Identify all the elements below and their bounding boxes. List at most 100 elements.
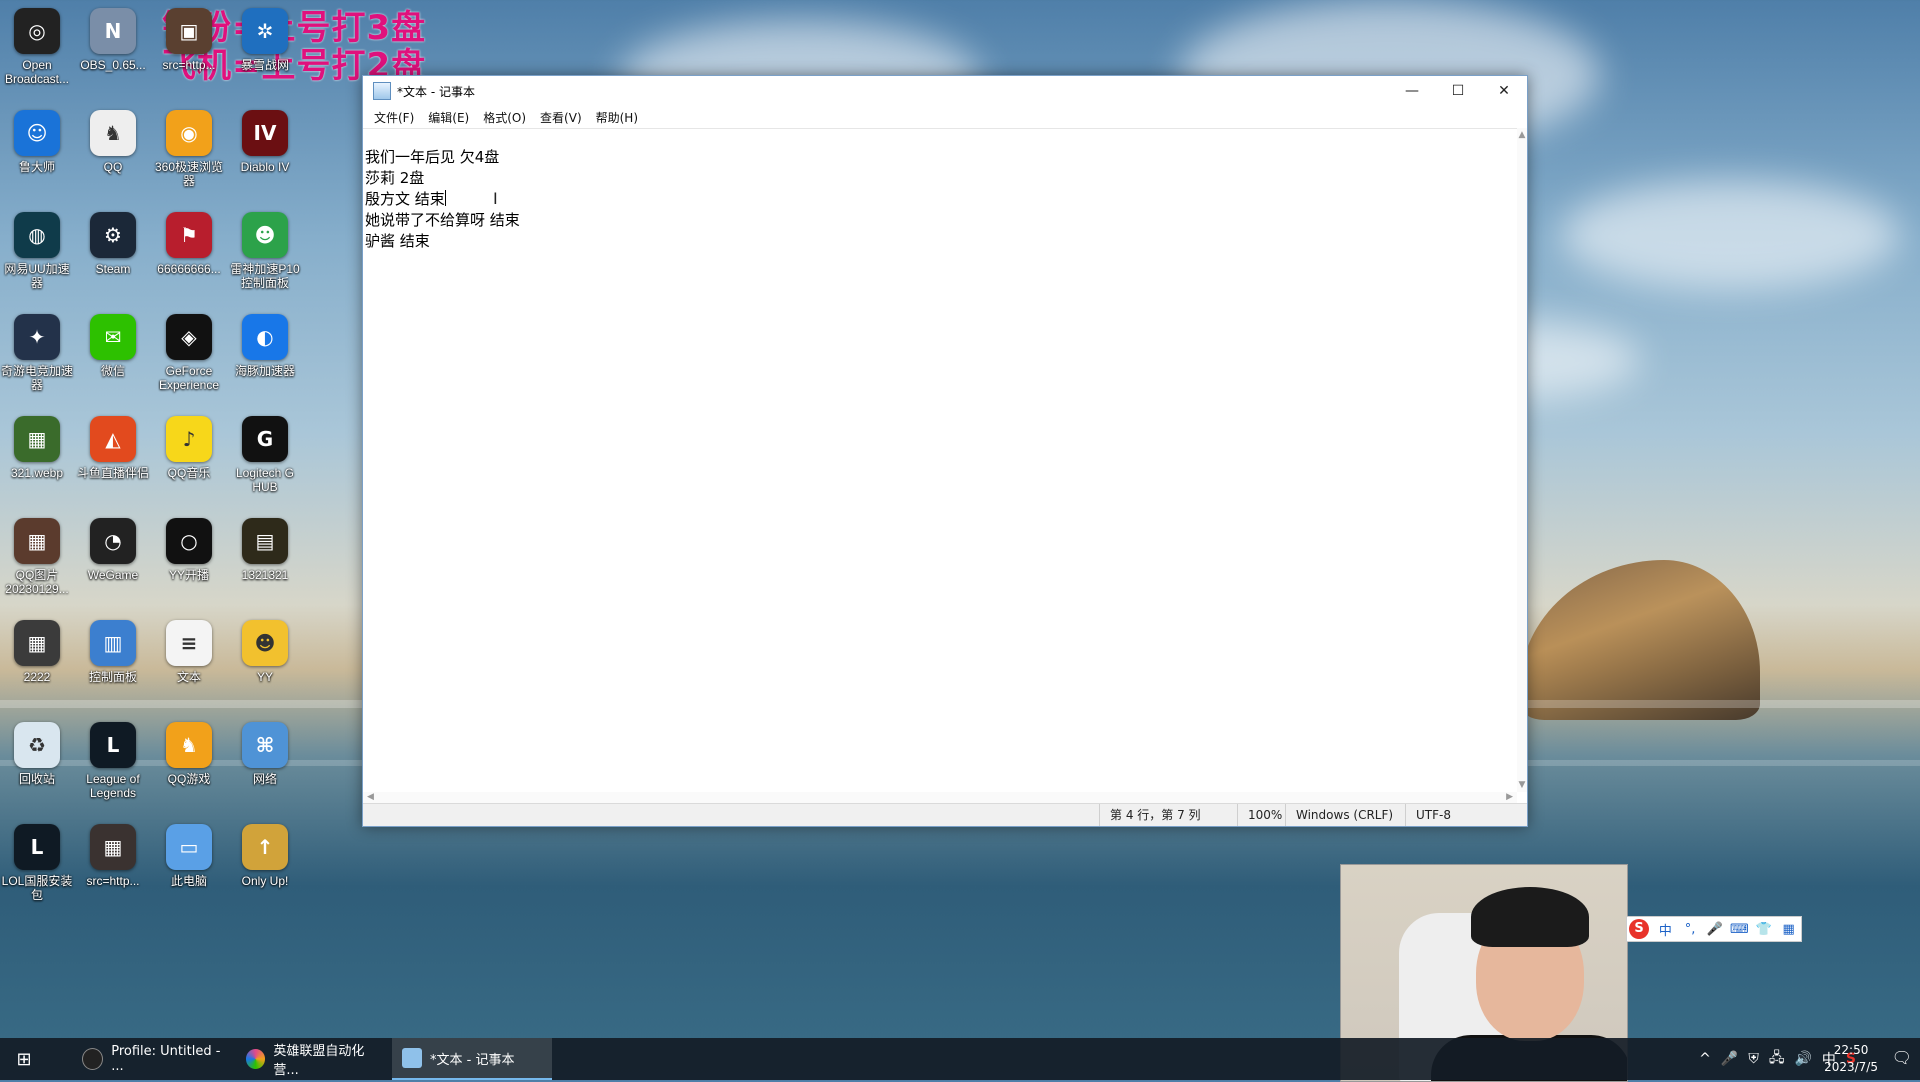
desktop-icon-label: 网易UU加速器 [4, 262, 70, 290]
desktop-icon-label: QQ音乐 [167, 466, 211, 480]
desktop-icon[interactable]: ☻ 雷神加速P10控制面板 [228, 212, 302, 290]
desktop-icon[interactable]: ✉ 微信 [76, 314, 150, 378]
ime-keyboard-icon[interactable]: ⌨ [1727, 922, 1752, 937]
volume-icon[interactable]: 🔊 [1794, 1051, 1811, 1067]
desktop-icon[interactable]: ⚙ Steam [76, 212, 150, 276]
app-icon: ✲ [242, 8, 288, 54]
desktop-icon[interactable]: ▦ 2222 [0, 620, 74, 684]
scroll-left-icon[interactable]: ◀ [367, 792, 374, 802]
desktop-icon[interactable]: L League of Legends [76, 722, 150, 800]
desktop-icon[interactable]: ♞ QQ游戏 [152, 722, 226, 786]
notepad-window[interactable]: *文本 - 记事本 — ☐ ✕ 文件(F) 编辑(E) 格式(O) 查看(V) … [362, 75, 1528, 827]
ime-skin-icon[interactable]: 👕 [1752, 922, 1777, 937]
desktop-icon[interactable]: ▦ QQ图片20230129... [0, 518, 74, 596]
text-line: 殷方文 结束 [365, 189, 1525, 210]
desktop-icon[interactable]: ⌘ 网络 [228, 722, 302, 786]
desktop-icon[interactable]: G Logitech G HUB [228, 416, 302, 494]
app-icon: ◭ [90, 416, 136, 462]
scroll-right-icon[interactable]: ▶ [1506, 792, 1513, 802]
desktop-icon-label: 奇游电竞加速器 [0, 364, 73, 392]
desktop-icon[interactable]: ◭ 斗鱼直播伴侣 [76, 416, 150, 480]
app-icon: ○ [166, 518, 212, 564]
notification-center-icon[interactable]: 🗨 [1892, 1048, 1912, 1067]
desktop-icon[interactable]: ☻ YY [228, 620, 302, 684]
desktop-icon[interactable]: ≡ 文本 [152, 620, 226, 684]
desktop-icon-label: Only Up! [241, 874, 289, 888]
menu-format[interactable]: 格式(O) [476, 109, 533, 126]
menu-help[interactable]: 帮助(H) [589, 109, 645, 126]
desktop-icon[interactable]: ♞ QQ [76, 110, 150, 174]
app-icon: ◔ [90, 518, 136, 564]
scroll-down-icon[interactable]: ▼ [1517, 780, 1527, 790]
sogou-logo-icon[interactable]: S [1629, 919, 1649, 939]
menu-view[interactable]: 查看(V) [533, 109, 589, 126]
taskbar-item-lol-helper[interactable]: 英雄联盟自动化营... [236, 1038, 386, 1080]
clock[interactable]: 22:50 2023/7/5 [1824, 1042, 1878, 1076]
desktop-icon[interactable]: ▤ 1321321 [228, 518, 302, 582]
desktop-icon-label: QQ [103, 160, 123, 174]
ime-punctuation-icon[interactable]: °, [1678, 922, 1703, 937]
app-icon: ▦ [90, 824, 136, 870]
desktop-icon-label: src=http... [162, 58, 216, 72]
minimize-button[interactable]: — [1389, 76, 1435, 106]
desktop-icon[interactable]: N OBS_0.65... [76, 8, 150, 72]
desktop-icon[interactable]: ☺ 鲁大师 [0, 110, 74, 174]
desktop-icon-label: WeGame [87, 568, 139, 582]
maximize-button[interactable]: ☐ [1435, 76, 1481, 106]
app-icon: ☻ [242, 620, 288, 666]
taskbar-item-label: *文本 - 记事本 [430, 1052, 515, 1068]
taskbar-item-notepad[interactable]: *文本 - 记事本 [392, 1038, 552, 1080]
title-bar[interactable]: *文本 - 记事本 — ☐ ✕ [363, 76, 1527, 106]
streamer-hair [1471, 887, 1589, 947]
ime-voice-icon[interactable]: 🎤 [1702, 922, 1727, 937]
app-icon: ▦ [14, 620, 60, 666]
desktop-icon[interactable]: ○ YY开播 [152, 518, 226, 582]
text-line: 我们一年后见 欠4盘 [365, 148, 500, 166]
app-icon: L [14, 824, 60, 870]
close-button[interactable]: ✕ [1481, 76, 1527, 106]
desktop-icon[interactable]: ▦ 321.webp [0, 416, 74, 480]
desktop-icon[interactable]: ♻ 回收站 [0, 722, 74, 786]
desktop-icon[interactable]: ◎ Open Broadcast... [0, 8, 74, 86]
desktop-icon[interactable]: ◉ 360极速浏览器 [152, 110, 226, 188]
network-icon[interactable]: 🖧 [1769, 1047, 1785, 1071]
windows-start-icon[interactable]: ⊞ [0, 1038, 48, 1080]
desktop-icon[interactable]: ▦ src=http... [76, 824, 150, 888]
desktop-icon[interactable]: ✲ 暴雪战网 [228, 8, 302, 72]
desktop-icon[interactable]: ◍ 网易UU加速器 [0, 212, 74, 290]
status-bar: 第 4 行，第 7 列 100% Windows (CRLF) UTF-8 [363, 803, 1527, 826]
security-icon[interactable]: ⛨ [1748, 1051, 1759, 1067]
app-icon: ◎ [14, 8, 60, 54]
desktop-icon[interactable]: ▣ src=http... [152, 8, 226, 72]
desktop-icon[interactable]: ▭ 此电脑 [152, 824, 226, 888]
menu-file[interactable]: 文件(F) [367, 109, 421, 126]
show-hidden-icons-icon[interactable]: ^ [1699, 1051, 1711, 1067]
app-icon: ◐ [242, 314, 288, 360]
ime-toolbar[interactable]: S 中 °, 🎤 ⌨ 👕 ▦ [1626, 916, 1802, 942]
desktop-icon[interactable]: ↑ Only Up! [228, 824, 302, 888]
desktop-icon[interactable]: IV Diablo IV [228, 110, 302, 174]
scroll-up-icon[interactable]: ▲ [1517, 130, 1527, 140]
text-editor[interactable]: 我们一年后见 欠4盘 莎莉 2盘 殷方文 结束 她说带了不给算呀 结束 驴酱 结… [363, 128, 1527, 792]
desktop-icon[interactable]: L LOL国服安装包 [0, 824, 74, 902]
ime-language-toggle[interactable]: 中 [1653, 920, 1678, 939]
desktop-icon-label: OBS_0.65... [80, 58, 146, 72]
taskbar-item-obs[interactable]: Profile: Untitled - ... [72, 1038, 232, 1080]
app-icon: ✦ [14, 314, 60, 360]
desktop-icon-label: 2222 [23, 670, 51, 684]
vertical-scrollbar[interactable]: ▲ ▼ [1517, 128, 1527, 792]
microphone-icon[interactable]: 🎤 [1721, 1051, 1738, 1067]
desktop-icon[interactable]: ◐ 海豚加速器 [228, 314, 302, 378]
desktop-icon[interactable]: ♪ QQ音乐 [152, 416, 226, 480]
ime-menu-icon[interactable]: ▦ [1776, 922, 1801, 937]
desktop-icon[interactable]: ▥ 控制面板 [76, 620, 150, 684]
app-icon: ⌘ [242, 722, 288, 768]
desktop-icon-label: QQ图片20230129... [5, 568, 69, 596]
desktop-icon[interactable]: ✦ 奇游电竞加速器 [0, 314, 74, 392]
desktop-icon-label: 雷神加速P10控制面板 [230, 262, 300, 290]
desktop-icon[interactable]: ◔ WeGame [76, 518, 150, 582]
menu-edit[interactable]: 编辑(E) [421, 109, 476, 126]
desktop-icon[interactable]: ⚑ 66666666... [152, 212, 226, 276]
desktop-icon-label: League of Legends [86, 772, 140, 800]
desktop-icon[interactable]: ◈ GeForce Experience [152, 314, 226, 392]
